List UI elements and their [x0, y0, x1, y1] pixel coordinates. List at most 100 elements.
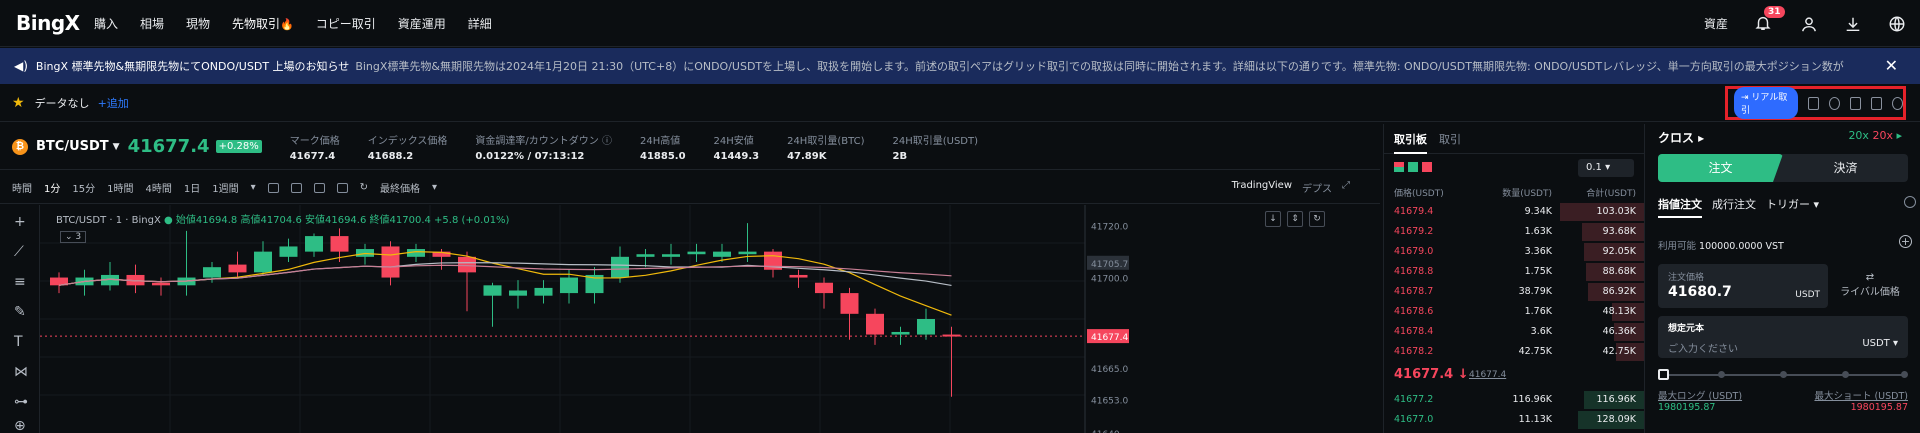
- nav-more[interactable]: 詳細: [468, 15, 492, 32]
- slider-stop-50[interactable]: [1780, 371, 1787, 378]
- chevron-down-icon[interactable]: ▾: [251, 182, 256, 193]
- tab-market-order[interactable]: 成行注文: [1712, 196, 1756, 218]
- tab-limit-order[interactable]: 指値注文: [1658, 196, 1702, 218]
- notional-unit-select[interactable]: USDT ▾: [1862, 338, 1898, 349]
- settings-gear-icon[interactable]: [1891, 96, 1903, 110]
- fit-icon[interactable]: ⇕: [1287, 211, 1303, 227]
- interval-1w[interactable]: 1週間: [212, 180, 238, 195]
- calculator-icon[interactable]: [1849, 96, 1861, 110]
- bids-only-icon[interactable]: [1408, 162, 1418, 172]
- indicator-toggle[interactable]: ⌄ 3: [60, 231, 87, 243]
- pattern-icon[interactable]: ⋈: [14, 365, 30, 379]
- close-tab[interactable]: 決済: [1783, 154, 1908, 182]
- tab-trades[interactable]: 取引: [1439, 131, 1461, 147]
- measure-icon[interactable]: ⊶: [14, 395, 30, 409]
- brush-icon[interactable]: ✎: [14, 305, 30, 319]
- layout-icon[interactable]: [313, 182, 325, 193]
- trendline-icon[interactable]: ⟋: [14, 245, 30, 259]
- notional-amount-field[interactable]: 想定元本 ご入力ください USDT ▾: [1658, 316, 1908, 358]
- price-chart[interactable]: 41720.0 41705.7 41700.0 41677.4 41665.0 41653…: [40, 205, 1380, 433]
- order-list-icon[interactable]: [1807, 96, 1819, 110]
- open-tab[interactable]: 注文: [1658, 154, 1783, 182]
- amount-slider[interactable]: [1658, 369, 1908, 380]
- rival-price-button[interactable]: ⇄ ライバル価格: [1832, 264, 1908, 308]
- user-icon[interactable]: [1800, 15, 1818, 33]
- download-icon[interactable]: [1844, 15, 1862, 33]
- ask-row[interactable]: 41679.2 1.63K 93.68K: [1384, 222, 1644, 242]
- add-favorite-link[interactable]: +追加: [98, 95, 129, 111]
- margin-mode-selector[interactable]: クロス ▸: [1658, 129, 1704, 146]
- both-sides-icon[interactable]: [1394, 162, 1404, 172]
- expand-icon[interactable]: ⤢: [1342, 180, 1350, 195]
- interval-time[interactable]: 時間: [12, 180, 32, 195]
- switch-icon: ⇥: [1741, 93, 1752, 103]
- order-price-value[interactable]: 41680.7: [1668, 284, 1732, 300]
- star-icon[interactable]: ★: [12, 95, 25, 111]
- bingx-logo[interactable]: BingX: [16, 11, 94, 35]
- ask-row[interactable]: 41678.6 1.76K 48.13K: [1384, 302, 1644, 322]
- last-price: 41677.4: [127, 136, 210, 157]
- tab-trigger-order[interactable]: トリガー ▾: [1766, 196, 1819, 218]
- camera-icon[interactable]: [336, 182, 348, 193]
- text-icon[interactable]: T: [14, 335, 30, 349]
- asks-only-icon[interactable]: [1422, 162, 1432, 172]
- ask-row[interactable]: 41678.7 38.79K 86.92K: [1384, 282, 1644, 302]
- tab-order-book[interactable]: 取引板: [1394, 131, 1427, 154]
- assets-link[interactable]: 資産: [1704, 15, 1728, 32]
- crosshair-icon[interactable]: +: [14, 215, 30, 229]
- clock-icon[interactable]: [1828, 96, 1840, 110]
- y-tick-label: 41700.0: [1091, 275, 1128, 285]
- notional-input[interactable]: ご入力ください: [1668, 340, 1738, 355]
- nav-spot[interactable]: 現物: [186, 15, 210, 32]
- last-price-selector[interactable]: 最終価格: [380, 180, 420, 195]
- leverage-selector[interactable]: 20x 20x ▸: [1848, 129, 1902, 142]
- reset-icon[interactable]: ↻: [1309, 211, 1325, 227]
- candle-type-icon[interactable]: [267, 182, 279, 193]
- close-icon[interactable]: ✕: [1876, 56, 1898, 75]
- bid-row[interactable]: 41677.2 116.96K 116.96K: [1384, 390, 1644, 410]
- zoom-icon[interactable]: ⊕: [14, 419, 30, 433]
- slider-stop-25[interactable]: [1718, 371, 1725, 378]
- ask-row[interactable]: 41678.4 3.6K 46.36K: [1384, 322, 1644, 342]
- interval-1m[interactable]: 1分: [44, 180, 60, 195]
- globe-icon[interactable]: [1888, 15, 1906, 33]
- add-funds-icon[interactable]: +: [1899, 235, 1912, 248]
- candlestick-chart[interactable]: 41720.0 41705.7 41700.0 41677.4 41665.0 41653…: [40, 205, 1380, 433]
- bid-row[interactable]: 41677.0 11.13K 128.09K: [1384, 410, 1644, 430]
- caret-down-icon[interactable]: ▼: [113, 142, 120, 152]
- refresh-icon[interactable]: ↻: [360, 182, 368, 193]
- info-icon[interactable]: [1904, 196, 1916, 208]
- real-trade-button[interactable]: ⇥ リアル取引: [1734, 87, 1798, 119]
- nav-markets[interactable]: 相場: [140, 15, 164, 32]
- chevron-down-icon[interactable]: ▾: [432, 182, 437, 193]
- book-icon[interactable]: [1870, 96, 1882, 110]
- ask-row[interactable]: 41678.8 1.75K 88.68K: [1384, 262, 1644, 282]
- nav-buy[interactable]: 購入: [94, 15, 118, 32]
- parallel-lines-icon[interactable]: ≡: [14, 275, 30, 289]
- candle-body: [560, 277, 578, 294]
- candle-body: [840, 293, 859, 314]
- tradingview-tab[interactable]: TradingView: [1232, 180, 1292, 195]
- notification-button[interactable]: 31: [1754, 5, 1785, 34]
- arrow-down-icon[interactable]: ↓: [1265, 211, 1281, 227]
- interval-1h[interactable]: 1時間: [107, 180, 133, 195]
- slider-stop-100[interactable]: [1901, 371, 1908, 378]
- ask-row[interactable]: 41679.4 9.34K 103.03K: [1384, 202, 1644, 222]
- indicators-icon[interactable]: [290, 182, 302, 193]
- interval-4h[interactable]: 4時間: [145, 180, 171, 195]
- depth-tab[interactable]: デプス: [1302, 180, 1332, 195]
- ask-total: 86.92K: [1602, 286, 1636, 297]
- slider-stop-75[interactable]: [1842, 371, 1849, 378]
- nav-futures[interactable]: 先物取引🔥: [232, 15, 294, 32]
- nav-earn[interactable]: 資産運用: [398, 15, 446, 32]
- ask-row[interactable]: 41678.2 42.75K 42.75K: [1384, 342, 1644, 362]
- interval-1d[interactable]: 1日: [184, 180, 200, 195]
- precision-select[interactable]: 0.1 ▾: [1578, 159, 1634, 177]
- nav-copy-trade[interactable]: コピー取引: [316, 15, 376, 32]
- interval-15m[interactable]: 15分: [72, 180, 95, 195]
- order-price-field[interactable]: 注文価格 41680.7 USDT: [1658, 264, 1828, 308]
- announcement-banner[interactable]: ◀) BingX 標準先物&無期限先物にてONDO/USDT 上場のお知らせ B…: [0, 48, 1920, 84]
- ask-row[interactable]: 41679.0 3.36K 92.05K: [1384, 242, 1644, 262]
- symbol-selector[interactable]: BTC/USDT: [36, 139, 109, 154]
- slider-handle[interactable]: [1658, 369, 1669, 380]
